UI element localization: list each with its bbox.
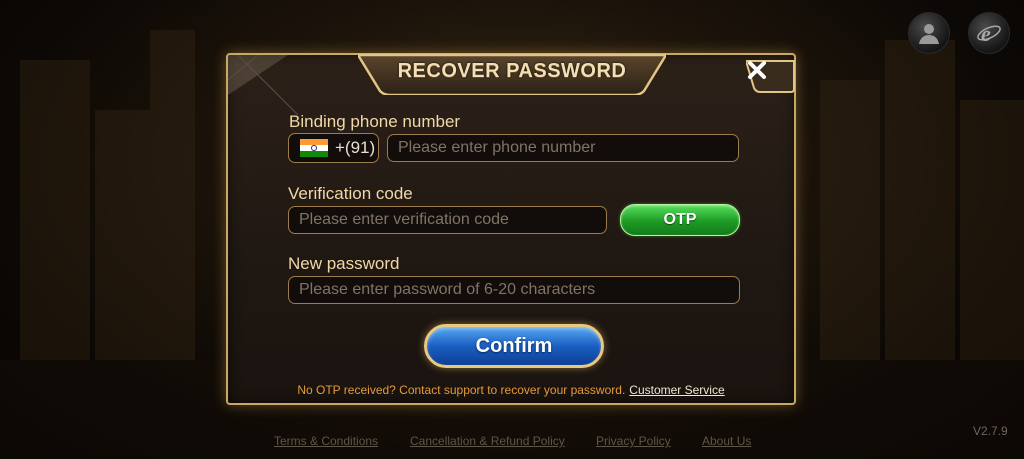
verification-input-box[interactable]	[288, 206, 607, 234]
refund-policy-link[interactable]: Cancellation & Refund Policy	[410, 434, 565, 448]
new-password-input-box[interactable]	[288, 276, 740, 304]
terms-link[interactable]: Terms & Conditions	[274, 434, 378, 448]
close-button[interactable]	[746, 59, 796, 93]
confirm-button[interactable]: Confirm	[424, 324, 604, 368]
privacy-policy-link[interactable]: Privacy Policy	[596, 434, 671, 448]
close-icon[interactable]	[746, 59, 768, 81]
help-text-line: No OTP received? Contact support to reco…	[228, 383, 794, 397]
country-code-selector[interactable]: +(91)	[288, 133, 379, 163]
india-flag-icon	[300, 139, 328, 157]
otp-button[interactable]: OTP	[620, 204, 740, 236]
new-password-label: New password	[288, 254, 400, 273]
verification-code-input[interactable]	[299, 207, 606, 233]
customer-service-link[interactable]: Customer Service	[629, 383, 724, 397]
svg-text:e: e	[981, 21, 991, 46]
user-icon[interactable]	[908, 12, 950, 54]
phone-input-box[interactable]	[387, 134, 739, 162]
recover-password-dialog: RECOVER PASSWORD Binding phone number +(…	[226, 53, 796, 405]
app-version: V2.7.9	[973, 424, 1008, 438]
new-password-input[interactable]	[299, 277, 739, 303]
dialog-title: RECOVER PASSWORD	[397, 60, 627, 82]
about-us-link[interactable]: About Us	[702, 434, 751, 448]
phone-input[interactable]	[398, 135, 738, 161]
help-text: No OTP received? Contact support to reco…	[297, 383, 626, 397]
browser-icon[interactable]: e	[968, 12, 1010, 54]
verification-label: Verification code	[288, 184, 413, 203]
phone-label: Binding phone number	[289, 112, 461, 131]
country-code: +(91)	[335, 138, 376, 157]
decorative-corner	[228, 55, 299, 115]
dialog-title-plate: RECOVER PASSWORD	[358, 53, 666, 95]
